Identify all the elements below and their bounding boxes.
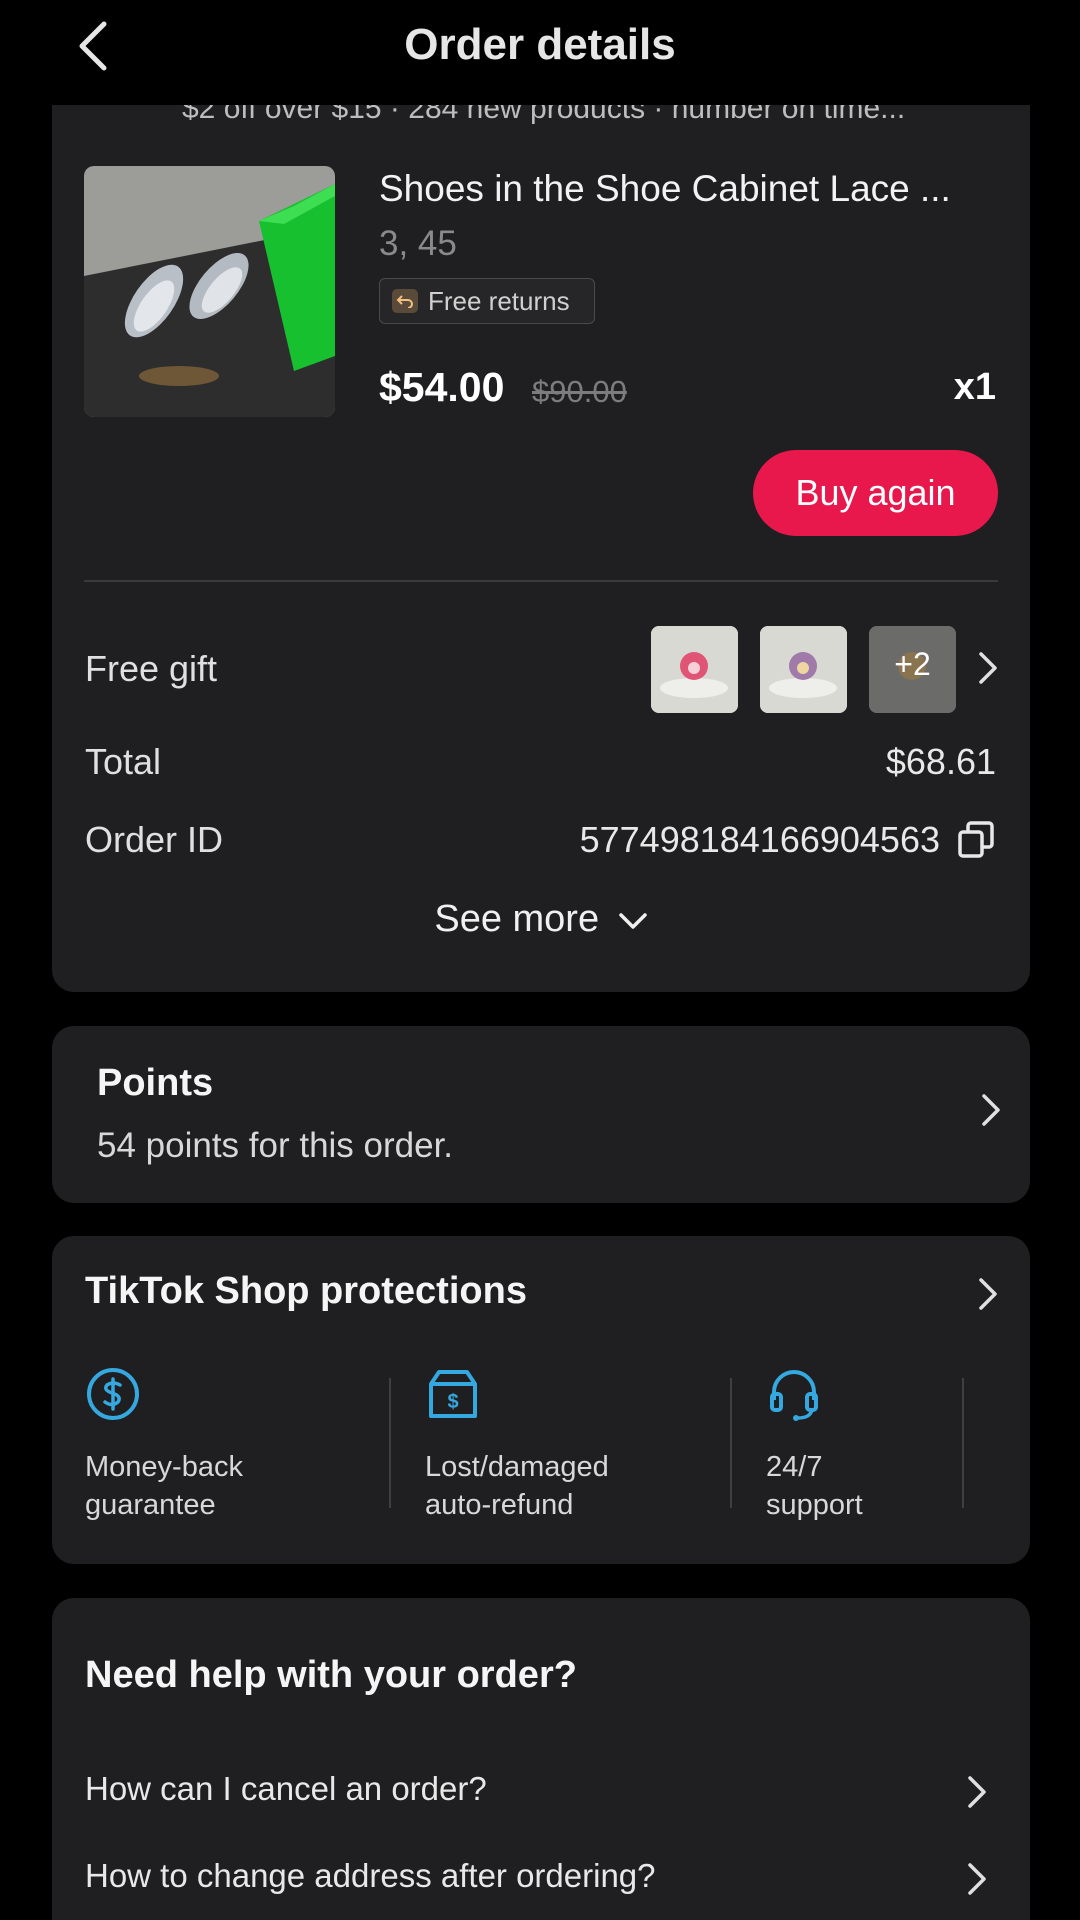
- copy-icon[interactable]: [956, 820, 996, 860]
- top-bar: Order details: [0, 0, 1080, 105]
- headset-icon: [770, 1370, 818, 1421]
- support-item: 24/7 support: [766, 1366, 1066, 1524]
- divider: [730, 1378, 732, 1508]
- gift-thumbnail[interactable]: [760, 626, 847, 713]
- chevron-right-icon[interactable]: [977, 650, 999, 686]
- order-card: $2 off over $15 · 284 new products · num…: [52, 60, 1030, 992]
- divider: [389, 1378, 391, 1508]
- total-value: $68.61: [885, 741, 996, 782]
- quantity: x1: [953, 366, 996, 408]
- svg-text:$: $: [447, 1391, 458, 1413]
- sale-price: $54.00: [379, 364, 505, 410]
- order-id-label: Order ID: [85, 819, 224, 860]
- total-label: Total: [85, 741, 162, 782]
- product-variant: 3, 45: [379, 224, 457, 263]
- chevron-right-icon: [968, 1776, 986, 1808]
- original-price: $90.00: [532, 374, 627, 409]
- gift-more-count: +2: [894, 646, 931, 682]
- help-title: Need help with your order?: [85, 1654, 577, 1696]
- order-id-value: 577498184166904563: [579, 819, 940, 860]
- chevron-right-icon: [982, 1094, 1000, 1126]
- free-gift-label: Free gift: [85, 648, 218, 689]
- page-title: Order details: [404, 20, 676, 69]
- protections-title: TikTok Shop protections: [85, 1270, 527, 1312]
- help-card: Need help with your order? How can I can…: [52, 1598, 1030, 1920]
- chevron-right-icon: [979, 1278, 997, 1310]
- see-more-button[interactable]: See more: [52, 898, 1030, 941]
- money-back-item: Money-back guarantee: [85, 1366, 385, 1524]
- points-title: Points: [97, 1062, 214, 1104]
- box-refund-icon: $: [429, 1370, 477, 1418]
- product-name[interactable]: Shoes in the Shoe Cabinet Lace ...: [379, 168, 951, 210]
- points-card[interactable]: Points 54 points for this order.: [52, 1026, 1030, 1203]
- divider: [962, 1378, 964, 1508]
- gift-more-thumbnail[interactable]: +2: [869, 626, 956, 713]
- auto-refund-item: $ Lost/damaged auto-refund: [425, 1366, 725, 1524]
- points-subtitle: 54 points for this order.: [97, 1126, 454, 1165]
- divider: [84, 580, 998, 582]
- buy-again-button[interactable]: Buy again: [753, 450, 998, 536]
- protections-card[interactable]: TikTok Shop protections Money-back guara…: [52, 1236, 1030, 1564]
- chevron-down-icon: [618, 913, 647, 929]
- return-arrow-icon: [392, 289, 418, 313]
- gift-thumbnail[interactable]: [651, 626, 738, 713]
- free-returns-badge: Free returns: [379, 278, 595, 324]
- product-image[interactable]: [84, 166, 335, 417]
- chevron-right-icon: [968, 1863, 986, 1895]
- dollar-circle-icon: [87, 1368, 139, 1420]
